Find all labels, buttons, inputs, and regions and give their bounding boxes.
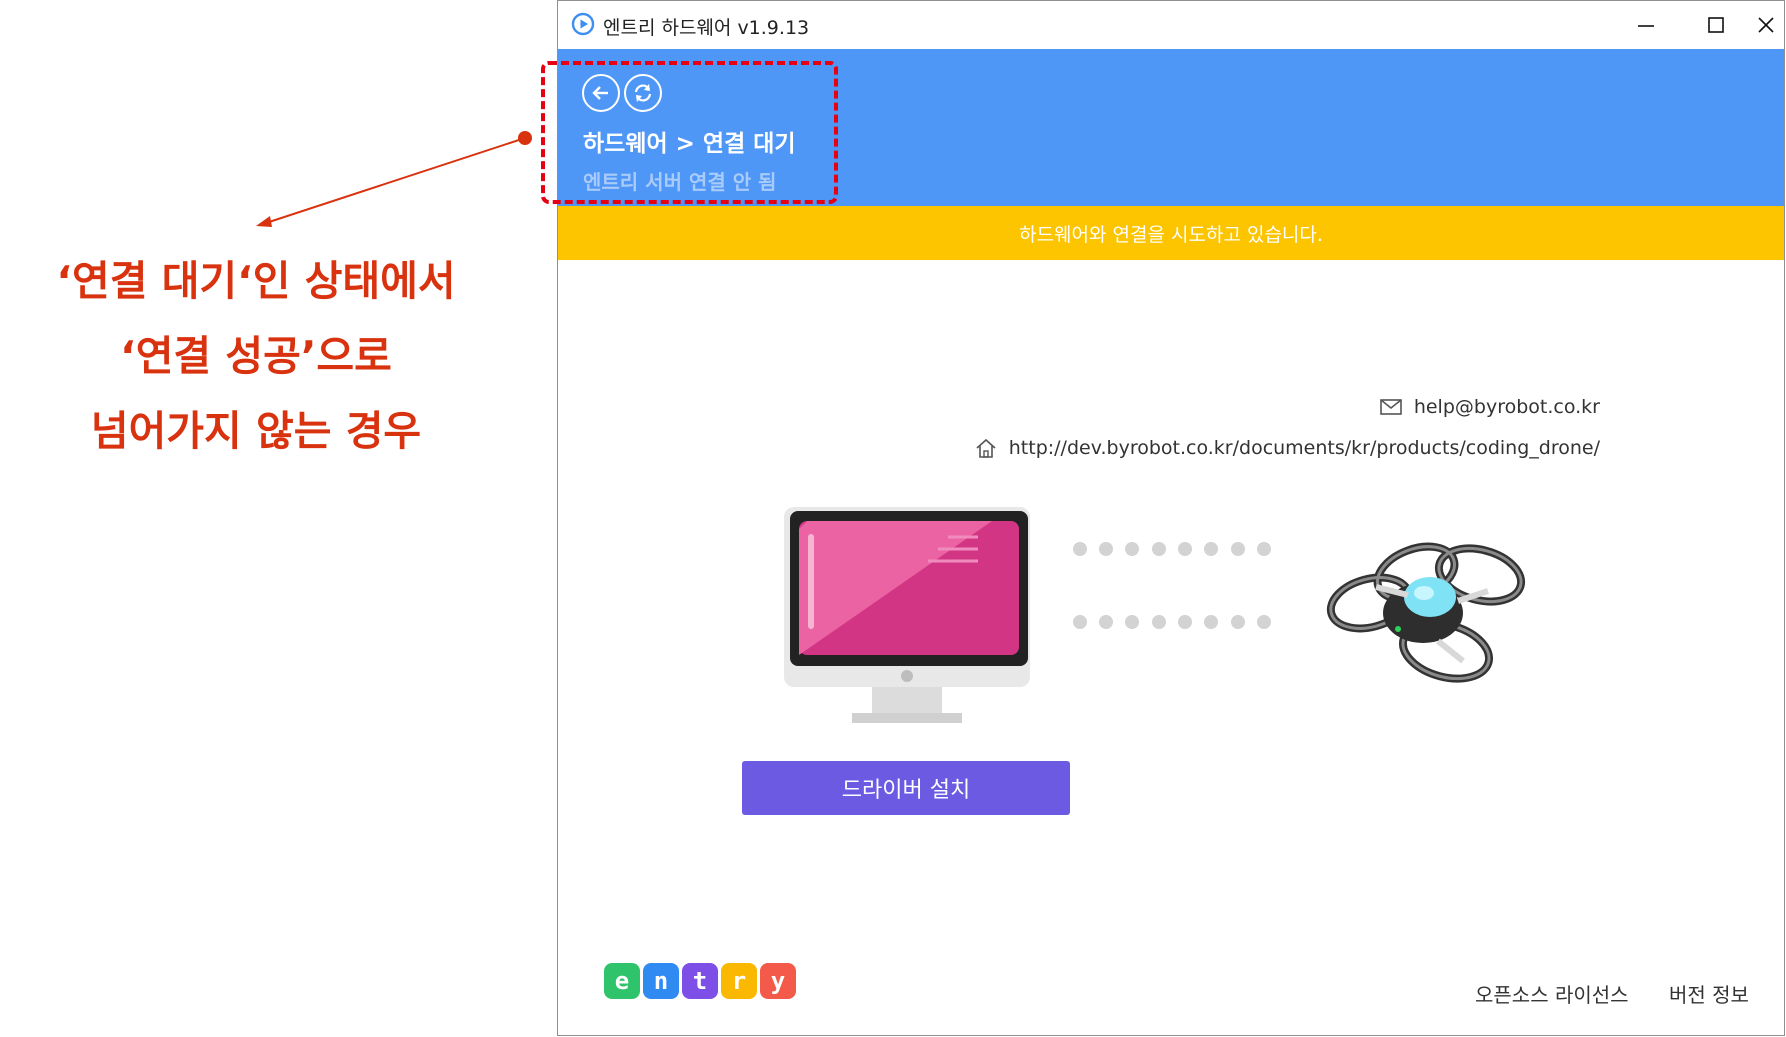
annotation-line-1: ‘연결 대기‘인 상태에서 xyxy=(56,257,456,305)
logo-letter-t: t xyxy=(682,963,718,999)
highlight-box xyxy=(541,61,838,204)
logo-letter-r: r xyxy=(721,963,757,999)
version-info-link[interactable]: 버전 정보 xyxy=(1669,979,1749,1008)
install-driver-button[interactable]: 드라이버 설치 xyxy=(742,761,1070,815)
entry-logo: e n t r y xyxy=(604,963,796,999)
logo-letter-n: n xyxy=(643,963,679,999)
drone-icon xyxy=(1326,542,1526,683)
open-source-license-link[interactable]: 오픈소스 라이선스 xyxy=(1475,979,1629,1008)
monitor-icon xyxy=(784,507,1030,723)
logo-letter-y: y xyxy=(760,963,796,999)
connection-dots xyxy=(1073,542,1271,629)
logo-letter-e: e xyxy=(604,963,640,999)
annotation-text: ‘연결 대기‘인 상태에서 ‘연결 성공’으로 넘어가지 않는 경우 xyxy=(18,244,494,469)
annotation-line-2: ‘연결 성공’으로 xyxy=(120,332,392,380)
annotation-line-3: 넘어가지 않는 경우 xyxy=(90,407,422,455)
